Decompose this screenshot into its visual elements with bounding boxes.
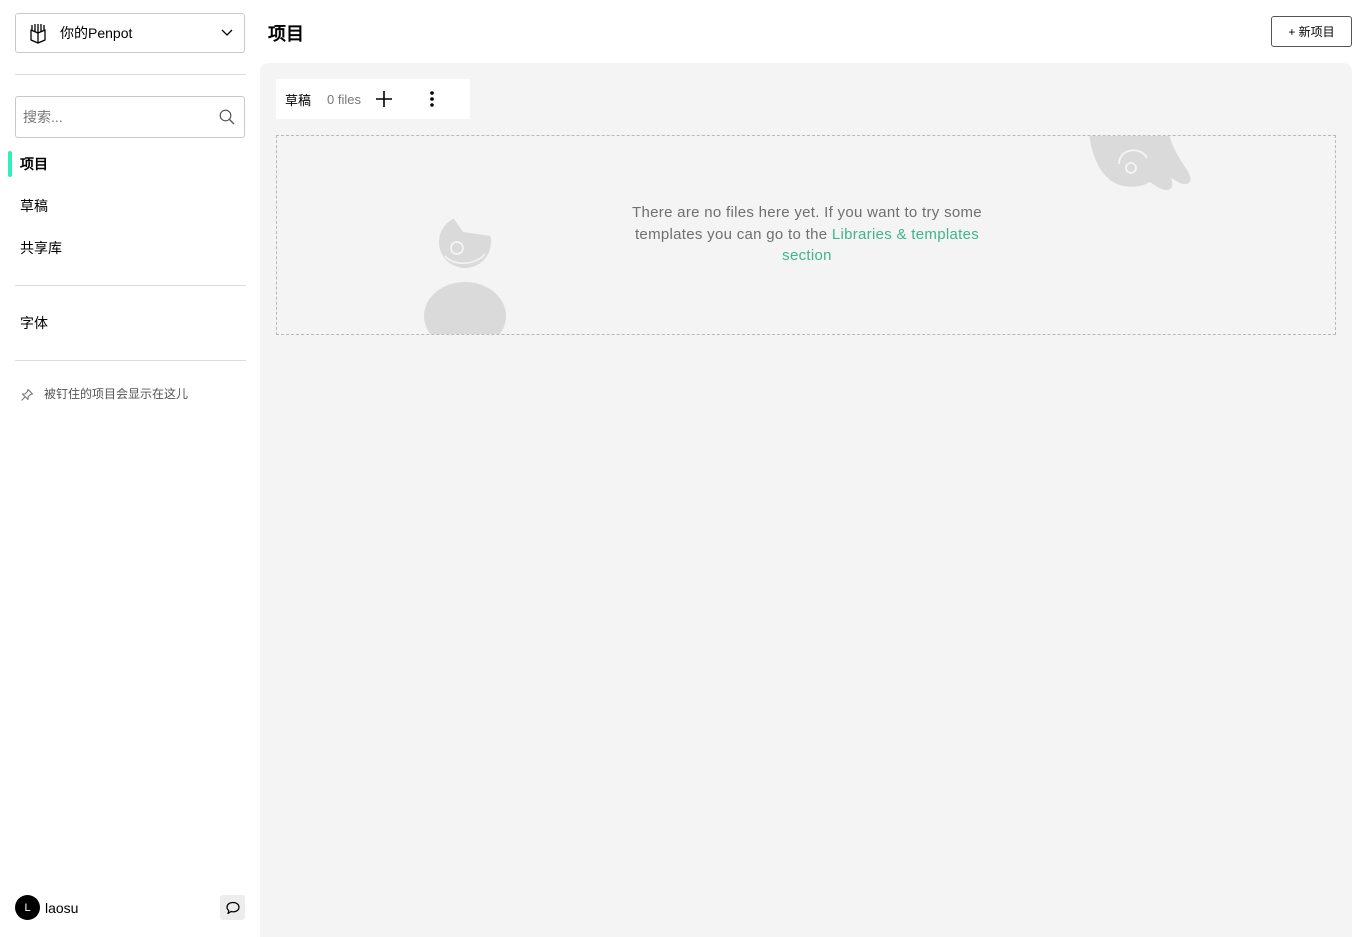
octopus-illustration [1089, 136, 1191, 190]
username: laosu [45, 899, 79, 916]
sidebar-divider [15, 360, 246, 361]
sidebar-divider [15, 74, 246, 75]
sidebar-item-label: 草稿 [20, 198, 48, 214]
sidebar-item-label: 共享库 [20, 240, 62, 256]
person-illustration [424, 205, 506, 334]
project-name[interactable]: 草稿 [285, 90, 311, 109]
sidebar-item-libraries[interactable]: 共享库 [0, 231, 260, 265]
new-project-button[interactable]: + 新项目 [1271, 16, 1352, 47]
project-header: 草稿 0 files [276, 79, 470, 119]
sidebar-item-label: 字体 [20, 315, 48, 331]
sidebar-item-drafts[interactable]: 草稿 [0, 189, 260, 223]
penpot-logo-icon [26, 21, 50, 45]
comments-button[interactable] [220, 895, 245, 920]
team-selector[interactable]: 你的Penpot [15, 13, 245, 53]
pinned-projects-empty: 被钉住的项目会显示在这儿 [20, 384, 188, 402]
sidebar-item-fonts[interactable]: 字体 [0, 306, 260, 340]
sidebar-item-label: 项目 [20, 156, 48, 172]
sidebar-item-projects[interactable]: 项目 [0, 147, 260, 181]
chevron-down-icon [220, 26, 234, 40]
main-content: 草稿 0 files There are no files here yet. … [260, 63, 1352, 937]
team-name: 你的Penpot [60, 25, 133, 41]
sidebar: 你的Penpot 项目 草稿 共享库 字体 被钉住的项目会显示在这儿 L [0, 0, 260, 937]
avatar: L [15, 895, 40, 920]
user-profile[interactable]: L laosu [15, 895, 78, 920]
file-count: 0 files [327, 91, 361, 107]
page-title: 项目 [268, 24, 304, 44]
plus-icon[interactable] [373, 88, 395, 110]
pinned-empty-text: 被钉住的项目会显示在这儿 [44, 386, 189, 401]
search-box [15, 96, 245, 138]
search-icon[interactable] [210, 97, 244, 137]
sidebar-divider [15, 285, 246, 286]
pin-icon [20, 388, 34, 402]
empty-state-message: There are no files here yet. If you want… [617, 202, 997, 267]
empty-files-placeholder: There are no files here yet. If you want… [276, 135, 1336, 335]
search-input[interactable] [16, 97, 210, 137]
chat-bubble-icon [225, 900, 241, 916]
vertical-dots-icon[interactable] [421, 88, 443, 110]
